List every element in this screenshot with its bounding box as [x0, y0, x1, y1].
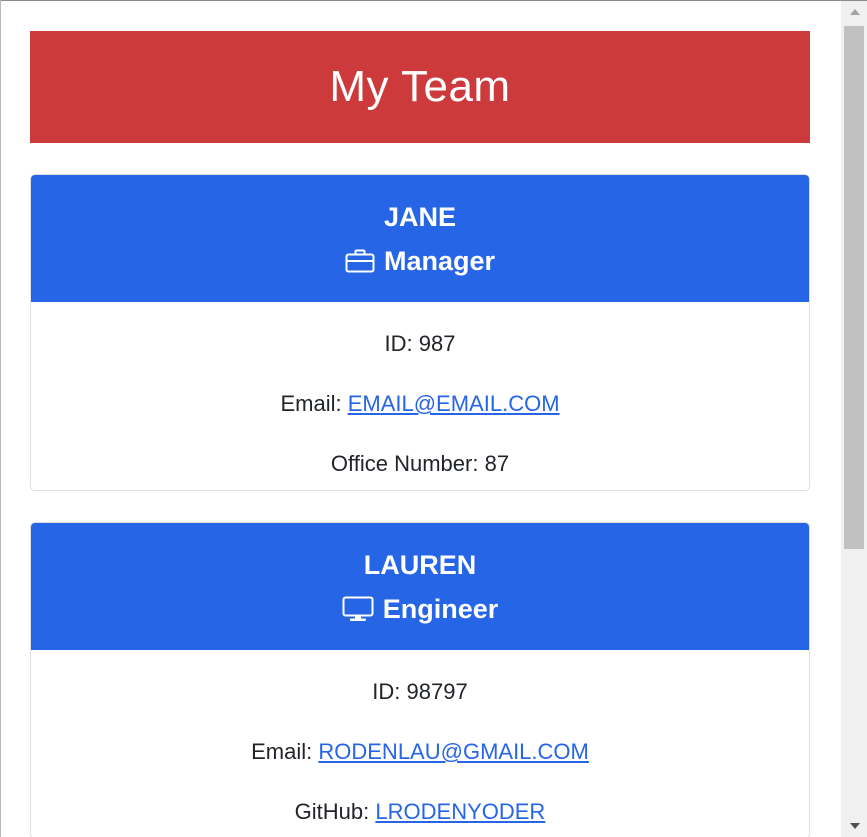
page-title: My Team	[329, 62, 511, 111]
id-label: ID:	[372, 679, 401, 704]
employee-role: Manager	[345, 245, 495, 277]
scrollbar-thumb[interactable]	[844, 26, 864, 549]
employee-role: Engineer	[342, 593, 499, 625]
card-header: LAUREN Engineer	[31, 523, 809, 650]
team-page: My Team JANE Manager ID: 987 Email: EMAI…	[30, 31, 810, 837]
github-label: GitHub:	[294, 799, 370, 824]
employee-name: JANE	[383, 201, 457, 232]
scroll-down-arrow-icon[interactable]	[850, 823, 860, 829]
card-body: ID: 987 Email: EMAIL@EMAIL.COM Office Nu…	[31, 302, 809, 490]
employee-email: Email: EMAIL@EMAIL.COM	[31, 390, 809, 418]
email-label: Email:	[280, 391, 342, 416]
id-value: 98797	[406, 679, 468, 704]
id-label: ID:	[384, 331, 413, 356]
header-banner: My Team	[30, 31, 810, 143]
employee-office: Office Number: 87	[31, 450, 809, 478]
employee-card-engineer: LAUREN Engineer ID: 98797 Email: RODENLA…	[30, 522, 810, 837]
id-value: 987	[418, 331, 456, 356]
role-label: Manager	[383, 245, 496, 276]
email-link[interactable]: EMAIL@EMAIL.COM	[348, 391, 560, 416]
employee-id: ID: 98797	[31, 678, 809, 706]
employee-id: ID: 987	[31, 330, 809, 358]
github-link[interactable]: LRODENYODER	[375, 799, 545, 824]
employee-card-manager: JANE Manager ID: 987 Email: EMAIL@EMAIL.…	[30, 174, 810, 491]
office-label: Office Number:	[330, 451, 479, 476]
page-viewport: My Team JANE Manager ID: 987 Email: EMAI…	[1, 1, 841, 837]
employee-github: GitHub: LRODENYODER	[31, 798, 809, 826]
role-label: Engineer	[382, 593, 499, 624]
email-link[interactable]: RODENLAU@GMAIL.COM	[318, 739, 588, 764]
employee-name: LAUREN	[363, 549, 477, 580]
monitor-icon	[342, 596, 374, 621]
office-value: 87	[484, 451, 510, 476]
briefcase-icon	[345, 249, 375, 272]
card-body: ID: 98797 Email: RODENLAU@GMAIL.COM GitH…	[31, 650, 809, 837]
employee-email: Email: RODENLAU@GMAIL.COM	[31, 738, 809, 766]
vertical-scrollbar[interactable]	[841, 1, 867, 837]
scroll-up-arrow-icon[interactable]	[850, 9, 860, 15]
card-header: JANE Manager	[31, 175, 809, 302]
email-label: Email:	[251, 739, 313, 764]
